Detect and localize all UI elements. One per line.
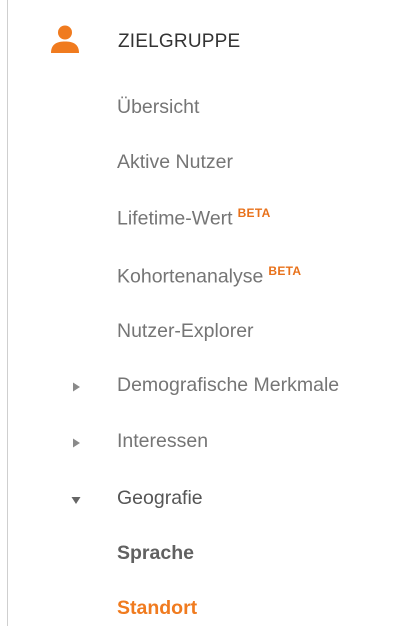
- nav-item-label: Standort: [117, 597, 198, 619]
- section-header-label: ZIELGRUPPE: [118, 31, 241, 52]
- nav-item-kohortenanalyse[interactable]: Kohortenanalyse BETA: [0, 255, 394, 295]
- caret-right-icon: [73, 382, 80, 392]
- nav-item-label: Geografie: [117, 487, 203, 509]
- nav-item-uebersicht[interactable]: Übersicht: [0, 87, 394, 127]
- nav-item-standort[interactable]: Standort: [0, 588, 394, 626]
- caret-right-icon: [73, 438, 80, 448]
- section-header-zielgruppe[interactable]: ZIELGRUPPE: [0, 18, 394, 70]
- nav-item-label: Lifetime-Wert: [117, 207, 233, 230]
- caret-down-icon: [71, 497, 81, 504]
- audience-nav: ZIELGRUPPE Übersicht Aktive Nutzer Lifet…: [0, 0, 394, 626]
- person-icon: [51, 25, 79, 53]
- nav-item-label: Kohortenanalyse: [117, 265, 264, 288]
- nav-item-geografie[interactable]: Geografie: [0, 478, 394, 518]
- nav-item-label: Interessen: [117, 430, 209, 452]
- nav-item-sprache[interactable]: Sprache: [0, 533, 394, 573]
- nav-item-label: Aktive Nutzer: [117, 151, 233, 173]
- beta-badge: BETA: [268, 264, 302, 278]
- nav-item-interessen[interactable]: Interessen: [0, 421, 394, 461]
- nav-item-label-wrap: Lifetime-Wert BETA: [117, 206, 271, 231]
- nav-item-label: Sprache: [117, 542, 194, 564]
- nav-item-nutzer-explorer[interactable]: Nutzer-Explorer: [0, 311, 394, 351]
- beta-badge: BETA: [237, 206, 271, 220]
- nav-item-lifetime-wert[interactable]: Lifetime-Wert BETA: [0, 197, 394, 237]
- nav-item-label-wrap: Kohortenanalyse BETA: [117, 264, 301, 289]
- nav-item-label: Demografische Merkmale: [117, 374, 340, 396]
- nav-item-label: Übersicht: [117, 96, 200, 118]
- nav-item-label: Nutzer-Explorer: [117, 320, 254, 342]
- nav-item-demografische-merkmale[interactable]: Demografische Merkmale: [0, 365, 394, 405]
- nav-item-aktive-nutzer[interactable]: Aktive Nutzer: [0, 142, 394, 182]
